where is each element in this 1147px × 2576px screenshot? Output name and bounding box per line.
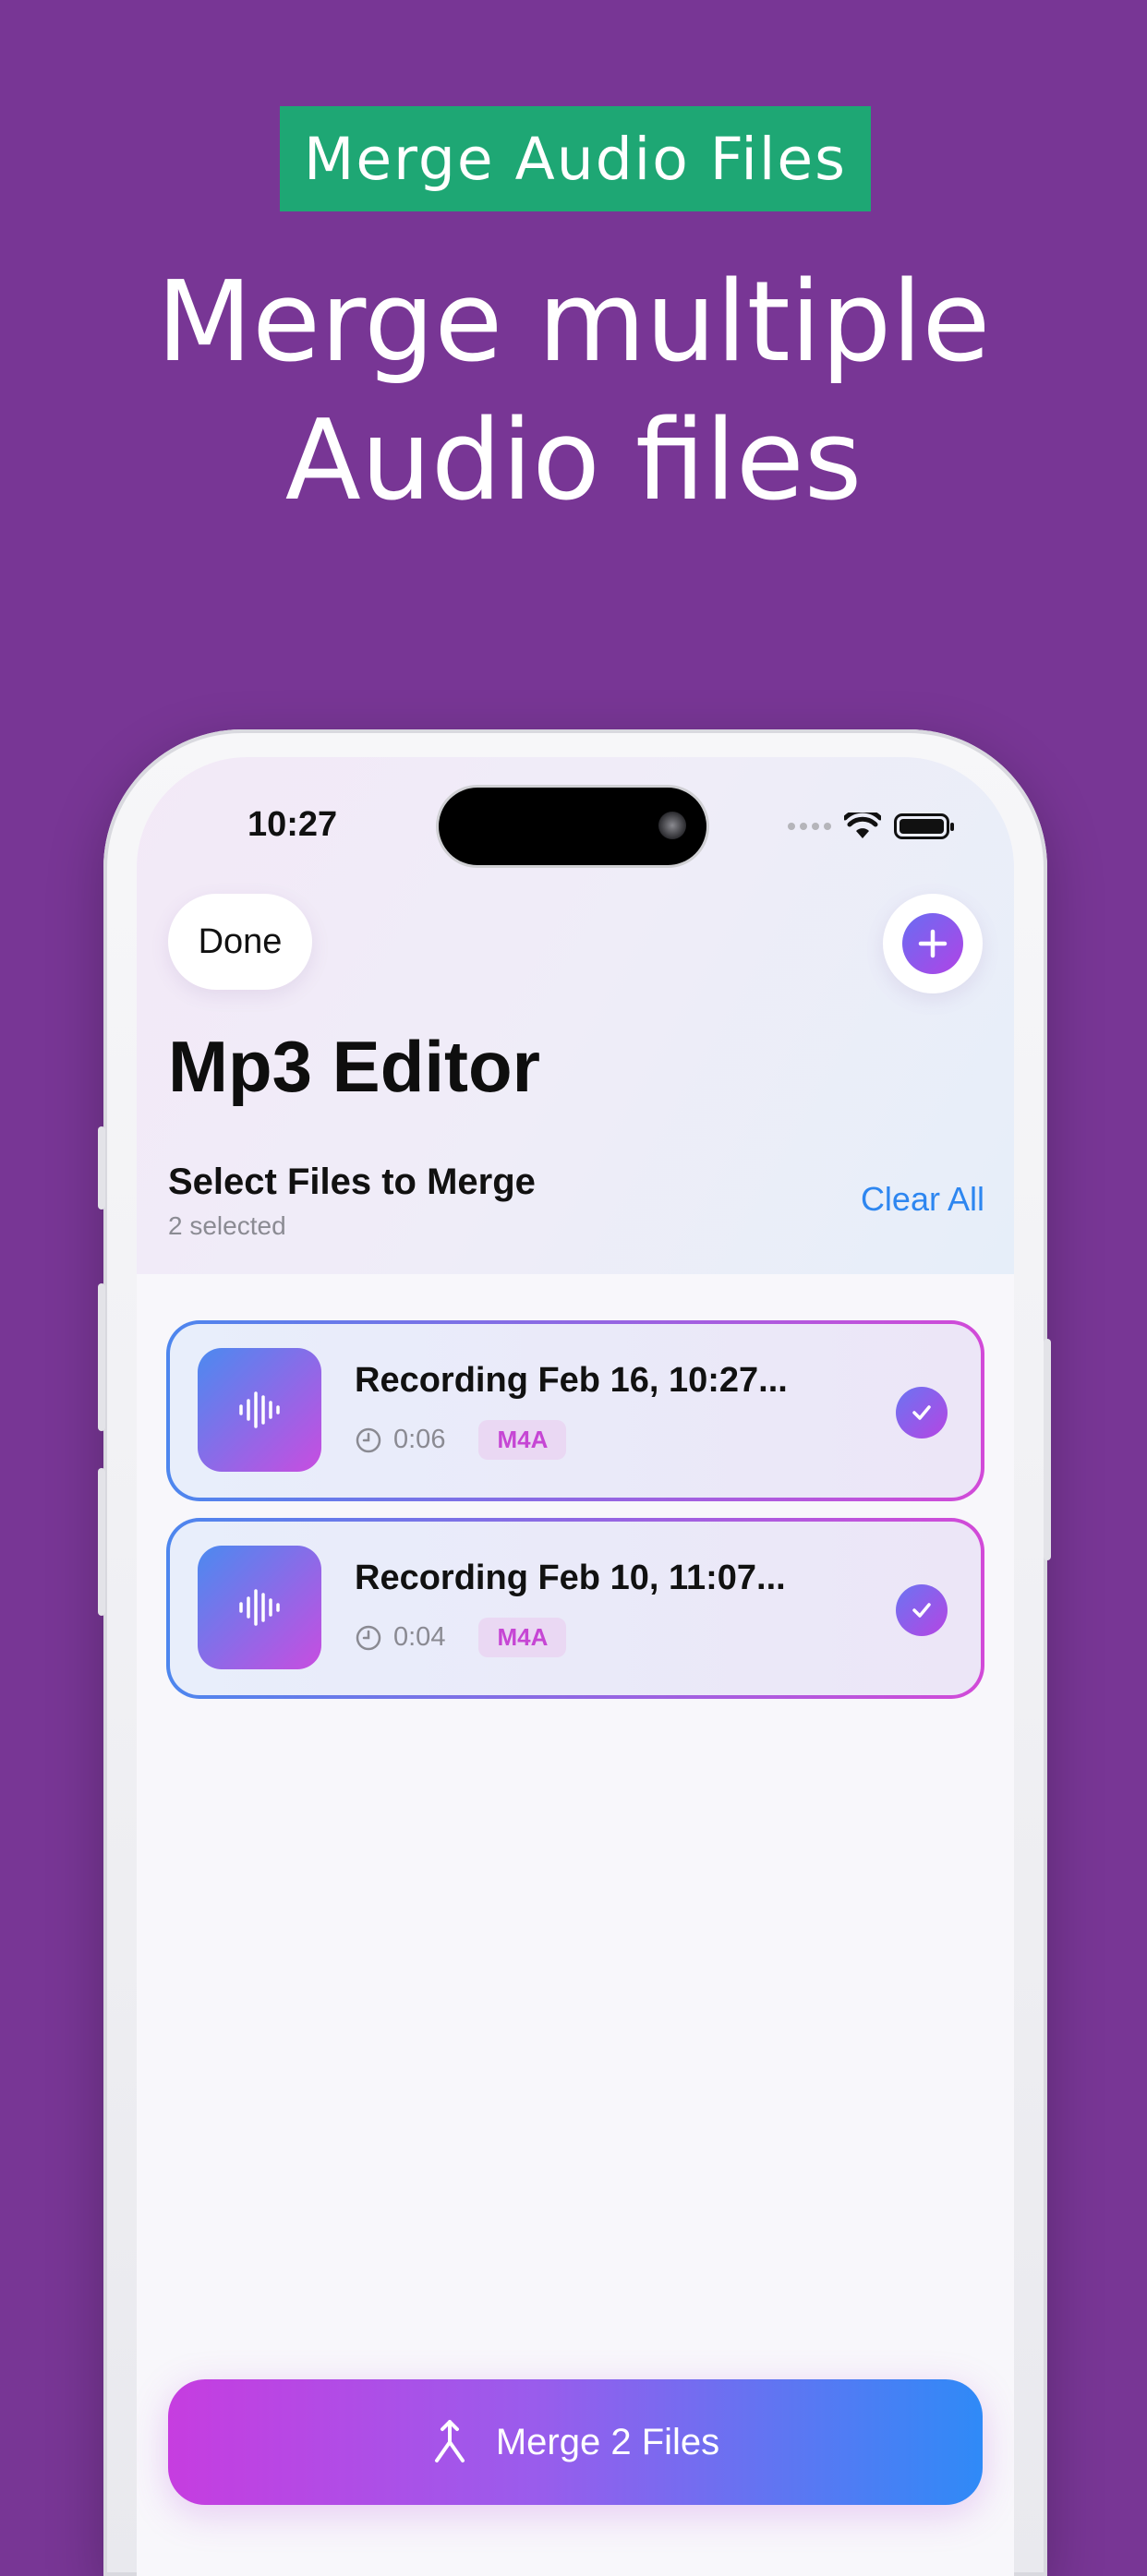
waveform-icon	[198, 1546, 321, 1669]
checkmark-icon[interactable]	[896, 1584, 948, 1636]
file-card[interactable]: Recording Feb 16, 10:27... 0:06 M4A	[166, 1320, 984, 1501]
file-duration: 0:06	[393, 1425, 446, 1454]
phone-side-button	[98, 1126, 105, 1210]
camera-icon	[658, 812, 686, 839]
merge-button[interactable]: Merge 2 Files	[168, 2379, 983, 2505]
file-format-badge: M4A	[478, 1618, 567, 1657]
done-button[interactable]: Done	[168, 894, 312, 990]
file-meta: 0:04 M4A	[355, 1618, 567, 1657]
file-format-badge: M4A	[478, 1420, 567, 1460]
phone-power-button	[1044, 1339, 1051, 1560]
promo-headline: Merge multiple Audio files	[0, 254, 1147, 531]
promo-badge: Merge Audio Files	[280, 106, 871, 211]
merge-button-label: Merge 2 Files	[495, 2421, 720, 2462]
page-title: Mp3 Editor	[168, 1026, 540, 1107]
status-icons	[788, 813, 954, 840]
status-time: 10:27	[248, 805, 338, 844]
section-title: Select Files to Merge	[168, 1162, 536, 1202]
app-screen: 10:27 Done Mp3 Editor Select Files to Me…	[137, 757, 1014, 2576]
plus-icon	[902, 913, 963, 974]
file-duration: 0:04	[393, 1622, 446, 1652]
dynamic-island	[436, 785, 709, 868]
headline-line-1: Merge multiple	[156, 259, 991, 387]
waveform-icon	[198, 1348, 321, 1472]
clear-all-button[interactable]: Clear All	[861, 1180, 984, 1219]
wifi-icon	[844, 813, 881, 838]
file-name: Recording Feb 16, 10:27...	[355, 1361, 788, 1400]
battery-icon	[894, 813, 954, 839]
checkmark-icon[interactable]	[896, 1387, 948, 1438]
signal-icon	[788, 823, 831, 830]
phone-frame: 10:27 Done Mp3 Editor Select Files to Me…	[98, 729, 1051, 2576]
headline-line-2: Audio files	[284, 397, 863, 525]
file-meta: 0:06 M4A	[355, 1420, 567, 1460]
file-card[interactable]: Recording Feb 10, 11:07... 0:04 M4A	[166, 1518, 984, 1699]
clock-icon	[356, 1625, 381, 1650]
selected-count: 2 selected	[168, 1211, 286, 1240]
merge-icon	[434, 2420, 465, 2462]
file-name: Recording Feb 10, 11:07...	[355, 1559, 786, 1597]
phone-volume-up-button	[98, 1283, 105, 1431]
clock-icon	[356, 1427, 381, 1452]
add-file-button[interactable]	[883, 894, 983, 993]
phone-volume-down-button	[98, 1468, 105, 1616]
